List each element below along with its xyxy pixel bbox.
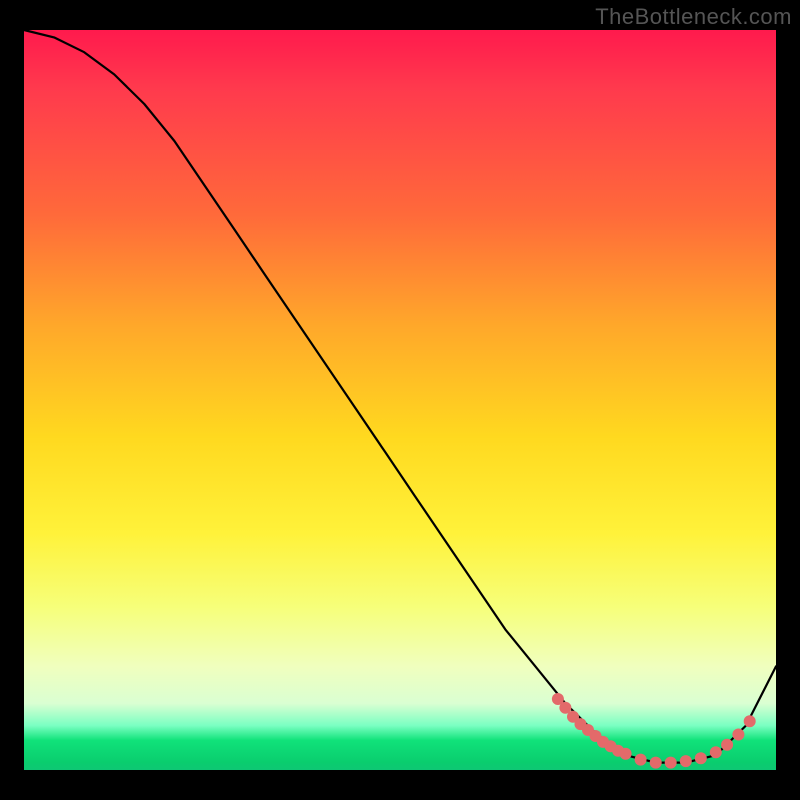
marker-dot (620, 748, 632, 760)
marker-dot (635, 754, 647, 766)
chart-stage: TheBottleneck.com (0, 0, 800, 800)
curve-overlay (24, 30, 776, 770)
watermark-text: TheBottleneck.com (595, 4, 792, 30)
marker-dot (680, 755, 692, 767)
marker-dot (695, 752, 707, 764)
marker-dot (710, 746, 722, 758)
marker-dot (744, 715, 756, 727)
marker-dot (721, 739, 733, 751)
marker-dot (732, 729, 744, 741)
marker-dot (665, 757, 677, 769)
marker-dot (650, 757, 662, 769)
marker-group (552, 693, 756, 769)
bottleneck-curve (24, 30, 776, 763)
